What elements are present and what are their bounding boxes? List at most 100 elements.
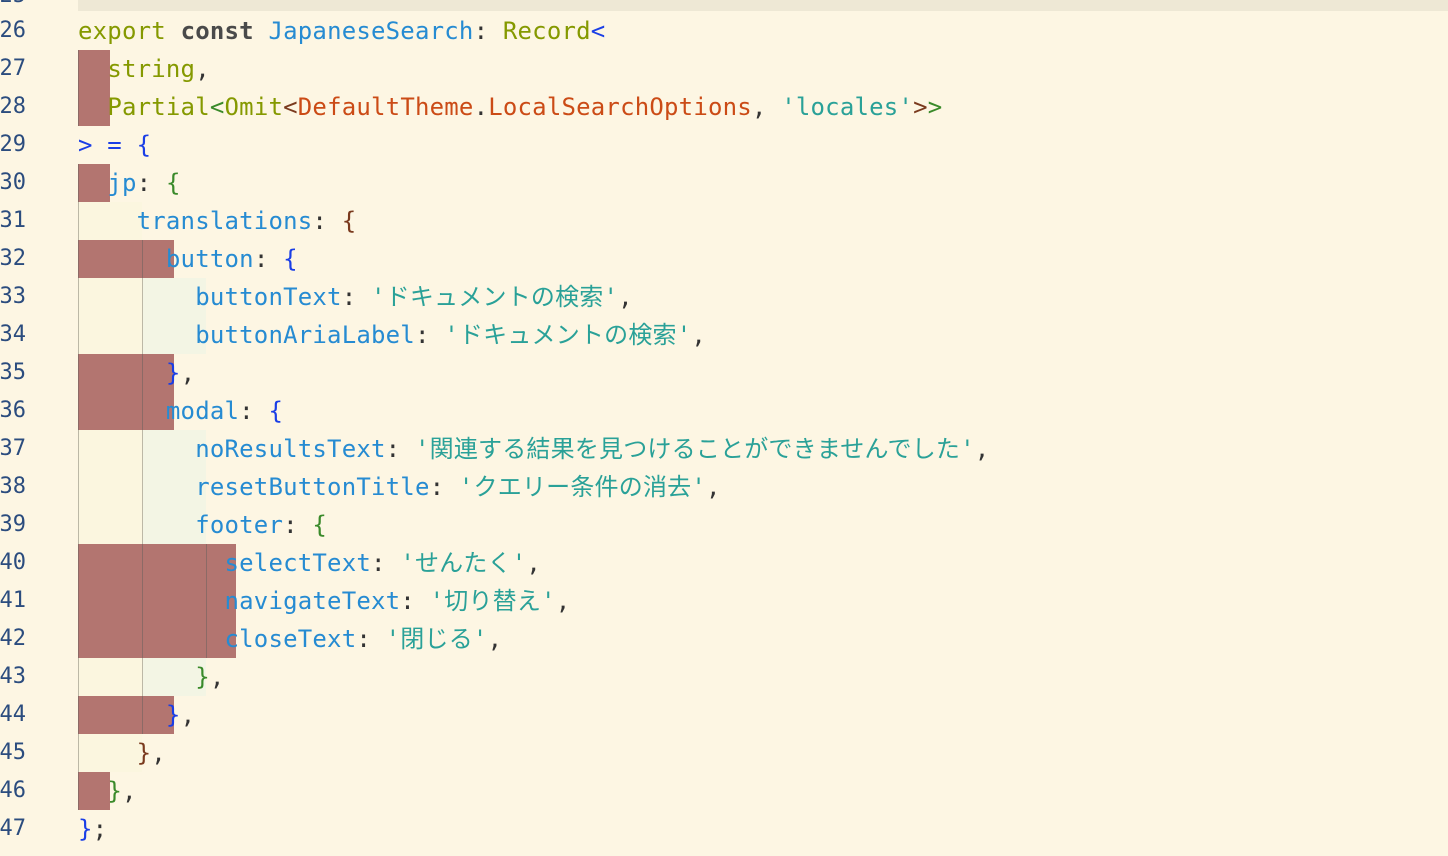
code-token: JapaneseSearch — [268, 17, 474, 45]
code-token: button — [165, 245, 254, 273]
code-text: jp: { — [78, 164, 181, 202]
code-token: closeText — [224, 625, 357, 653]
line-number: 40 — [0, 550, 26, 575]
code-text: }, — [78, 734, 166, 772]
code-token: > — [913, 93, 928, 121]
code-line[interactable]: 42 closeText: '閉じる', — [0, 620, 1448, 658]
code-line[interactable]: 44 }, — [0, 696, 1448, 734]
code-token: Record — [502, 17, 591, 45]
code-line[interactable]: 30 jp: { — [0, 164, 1448, 202]
code-line[interactable]: 46 }, — [0, 772, 1448, 810]
line-number: 45 — [0, 740, 26, 765]
code-line[interactable]: 32 button: { — [0, 240, 1448, 278]
code-line[interactable]: 43 }, — [0, 658, 1448, 696]
code-line[interactable]: 41 navigateText: '切り替え', — [0, 582, 1448, 620]
line-number: 32 — [0, 246, 26, 271]
line-number: 29 — [0, 132, 26, 157]
code-text: translations: { — [78, 202, 357, 240]
code-token: LocalSearchOptions — [488, 93, 752, 121]
code-text: closeText: '閉じる', — [78, 620, 503, 658]
line-number: 47 — [0, 816, 26, 841]
code-line[interactable]: 37 noResultsText: '関連する結果を見つけることができませんでし… — [0, 430, 1448, 468]
code-line[interactable]: 40 selectText: 'せんたく', — [0, 544, 1448, 582]
code-line[interactable]: 38 resetButtonTitle: 'クエリー条件の消去', — [0, 468, 1448, 506]
code-line[interactable]: 31 translations: { — [0, 202, 1448, 240]
code-token: modal — [165, 397, 240, 425]
code-token: , — [706, 473, 721, 501]
code-token: { — [136, 131, 152, 159]
code-line[interactable]: 36 modal: { — [0, 392, 1448, 430]
code-token: : — [283, 511, 313, 539]
code-token: 'ドキュメントの検索' — [444, 321, 692, 349]
code-line[interactable]: 26 export const JapaneseSearch: Record< — [0, 12, 1448, 50]
code-token: '閉じる' — [385, 625, 488, 653]
code-text: Partial<Omit<DefaultTheme.LocalSearchOpt… — [78, 88, 942, 126]
code-text: footer: { — [78, 506, 327, 544]
code-text: buttonText: 'ドキュメントの検索', — [78, 278, 633, 316]
code-token: ; — [92, 815, 108, 843]
code-editor[interactable]: 25 26export const JapaneseSearch: Record… — [0, 0, 1448, 856]
code-line[interactable]: 47}; — [0, 810, 1448, 848]
code-line[interactable]: 39 footer: { — [0, 506, 1448, 544]
line-number: 35 — [0, 360, 26, 385]
code-token: buttonAriaLabel — [195, 321, 415, 349]
line-number: 30 — [0, 170, 26, 195]
code-line[interactable]: 28 Partial<Omit<DefaultTheme.LocalSearch… — [0, 88, 1448, 126]
line-number: 38 — [0, 474, 26, 499]
code-token: Partial — [107, 93, 210, 121]
code-line[interactable]: 35 }, — [0, 354, 1448, 392]
code-token: : — [356, 625, 386, 653]
code-token: 'ドキュメントの検索' — [371, 283, 619, 311]
code-token: '関連する結果を見つけることができませんでした' — [414, 435, 975, 463]
code-text: > = { — [78, 126, 151, 164]
code-text: }, — [78, 354, 195, 392]
code-token: < — [283, 93, 298, 121]
code-token: const — [180, 17, 254, 45]
code-token: { — [165, 169, 181, 197]
code-line[interactable]: 27 string, — [0, 50, 1448, 88]
line-number: 31 — [0, 208, 26, 233]
line-number: 34 — [0, 322, 26, 347]
code-text: resetButtonTitle: 'クエリー条件の消去', — [78, 468, 721, 506]
code-token: = — [92, 131, 137, 159]
code-text: }, — [78, 658, 225, 696]
code-token: selectText — [224, 549, 371, 577]
code-text: }, — [78, 696, 195, 734]
code-token: resetButtonTitle — [195, 473, 430, 501]
code-token: : — [414, 321, 445, 349]
code-text: export const JapaneseSearch: Record< — [78, 12, 605, 50]
line-number: 26 — [0, 18, 26, 43]
code-token: , — [526, 549, 542, 577]
code-line[interactable]: 45 }, — [0, 734, 1448, 772]
code-token: : — [429, 473, 459, 501]
code-line[interactable]: 34 buttonAriaLabel: 'ドキュメントの検索', — [0, 316, 1448, 354]
code-token: DefaultTheme — [297, 93, 474, 121]
code-token: navigateText — [224, 587, 401, 615]
code-line[interactable]: 29 > = { — [0, 126, 1448, 164]
code-token: : — [253, 245, 284, 273]
line-number: 33 — [0, 284, 26, 309]
line-number: 43 — [0, 664, 26, 689]
code-token: string — [107, 55, 196, 83]
code-token: } — [165, 701, 181, 729]
code-token: export — [78, 17, 166, 45]
code-token: } — [195, 663, 210, 691]
code-token: , — [180, 359, 196, 387]
code-line[interactable]: 33 buttonText: 'ドキュメントの検索', — [0, 278, 1448, 316]
code-token: , — [974, 435, 990, 463]
code-token: : — [136, 169, 166, 197]
code-token: . — [473, 93, 489, 121]
